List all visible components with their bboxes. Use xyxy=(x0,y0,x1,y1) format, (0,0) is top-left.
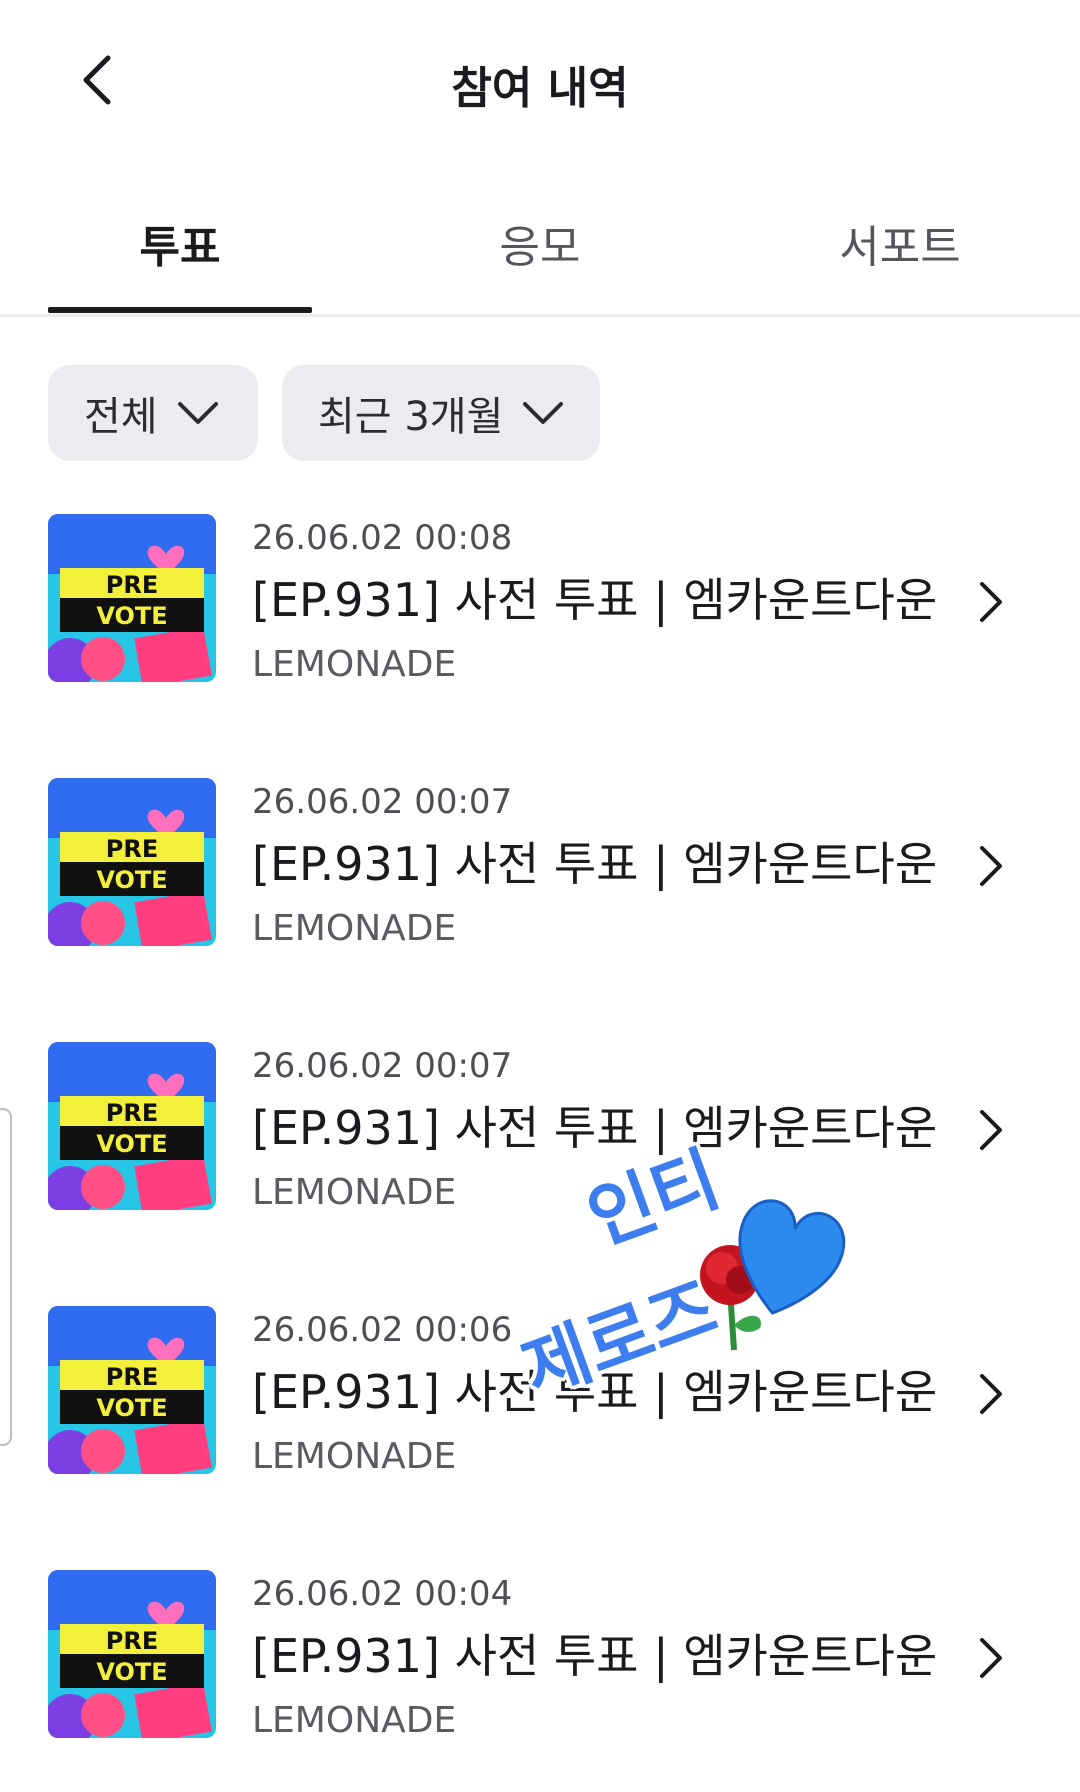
pre-vote-thumbnail: PRE VOTE xyxy=(48,1306,216,1474)
side-scroll-handle[interactable] xyxy=(0,1108,12,1446)
chevron-right-icon xyxy=(980,1638,1002,1678)
chevron-down-icon xyxy=(177,402,218,424)
page-title: 참여 내역 xyxy=(451,63,629,114)
active-tab-indicator xyxy=(48,307,312,313)
item-source: LEMONADE xyxy=(252,1700,457,1741)
item-title: [EP.931] 사전 투표 | 엠카운트다운 xyxy=(252,837,938,891)
thumb-text-pre: PRE xyxy=(106,1099,158,1127)
thumb-text-vote: VOTE xyxy=(96,602,167,630)
tab-bar: 투표 응모 서포트 xyxy=(0,195,1080,317)
item-source: LEMONADE xyxy=(252,1436,457,1477)
pre-vote-thumbnail: PRE VOTE xyxy=(48,1042,216,1210)
filter-period-label: 최근 3개월 xyxy=(318,394,504,440)
chevron-right-icon xyxy=(980,846,1002,886)
filter-type-label: 전체 xyxy=(84,394,158,440)
thumb-text-pre: PRE xyxy=(106,571,158,599)
item-source: LEMONADE xyxy=(252,644,457,685)
item-date: 26.06.02 00:07 xyxy=(252,782,513,822)
chevron-right-icon xyxy=(980,1110,1002,1150)
list-item[interactable]: PRE VOTE 26.06.02 00:07 [EP.931] 사전 투표 |… xyxy=(0,1042,1080,1213)
thumb-text-vote: VOTE xyxy=(96,866,167,894)
filter-period-dropdown[interactable]: 최근 3개월 xyxy=(282,365,600,461)
item-date: 26.06.02 00:07 xyxy=(252,1046,513,1086)
tab-support[interactable]: 서포트 xyxy=(750,211,1050,275)
item-title: [EP.931] 사전 투표 | 엠카운트다운 xyxy=(252,1629,938,1683)
chevron-right-icon xyxy=(980,1374,1002,1414)
tab-entry[interactable]: 응모 xyxy=(390,211,690,275)
thumb-text-pre: PRE xyxy=(106,1627,158,1655)
thumb-text-vote: VOTE xyxy=(96,1130,167,1158)
item-date: 26.06.02 00:08 xyxy=(252,518,513,558)
item-date: 26.06.02 00:04 xyxy=(252,1574,513,1614)
tab-vote[interactable]: 투표 xyxy=(30,211,330,275)
item-source: LEMONADE xyxy=(252,1172,457,1213)
thumb-text-vote: VOTE xyxy=(96,1394,167,1422)
list-item[interactable]: PRE VOTE 26.06.02 00:07 [EP.931] 사전 투표 |… xyxy=(0,778,1080,949)
list-item[interactable]: PRE VOTE 26.06.02 00:08 [EP.931] 사전 투표 |… xyxy=(0,514,1080,685)
pre-vote-thumbnail: PRE VOTE xyxy=(48,514,216,682)
filter-type-dropdown[interactable]: 전체 xyxy=(48,365,258,461)
item-date: 26.06.02 00:06 xyxy=(252,1310,513,1350)
item-title: [EP.931] 사전 투표 | 엠카운트다운 xyxy=(252,1101,938,1155)
thumb-text-pre: PRE xyxy=(106,835,158,863)
app-header: 참여 내역 xyxy=(0,0,1080,160)
list-item[interactable]: PRE VOTE 26.06.02 00:04 [EP.931] 사전 투표 |… xyxy=(0,1570,1080,1741)
thumb-text-vote: VOTE xyxy=(96,1658,167,1686)
pre-vote-thumbnail: PRE VOTE xyxy=(48,1570,216,1738)
item-source: LEMONADE xyxy=(252,908,457,949)
thumb-text-pre: PRE xyxy=(106,1363,158,1391)
chevron-right-icon xyxy=(980,582,1002,622)
item-title: [EP.931] 사전 투표 | 엠카운트다운 xyxy=(252,573,938,627)
pre-vote-thumbnail: PRE VOTE xyxy=(48,778,216,946)
chevron-down-icon xyxy=(523,402,564,424)
